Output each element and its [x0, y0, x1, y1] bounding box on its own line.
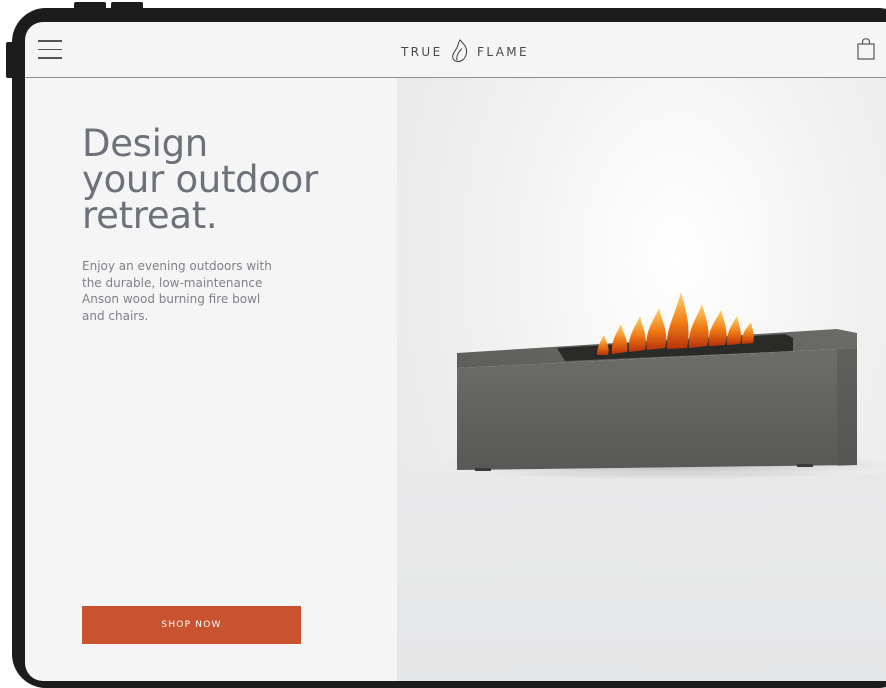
hero-product-image [397, 78, 886, 681]
brand-logo[interactable]: TRUE FLAME [25, 39, 886, 66]
table-front-side [457, 348, 857, 470]
hero-title-line: your outdoor [82, 158, 318, 201]
hero-description: Enjoy an evening outdoors with the durab… [82, 258, 302, 324]
site-header: TRUE FLAME [25, 22, 886, 78]
hero-description-line: and chairs. [82, 308, 149, 323]
hero-description-line: the durable, low-maintenance [82, 275, 263, 290]
shopping-bag-icon[interactable] [857, 38, 875, 60]
logo-text-true: TRUE [400, 45, 443, 59]
hero-title: Design your outdoor retreat. [82, 122, 318, 237]
hero-title-line: Design [82, 122, 208, 165]
app-screen: TRUE FLAME Design your outdoor retreat. … [25, 22, 886, 681]
hero-description-line: Anson wood burning fire bowl [82, 292, 261, 306]
hero-text-panel: Design your outdoor retreat. Enjoy an ev… [25, 78, 397, 681]
flame-icon [451, 39, 469, 66]
hero-title-line: retreat. [82, 194, 218, 237]
hero-description-line: Enjoy an evening outdoors with [82, 259, 272, 273]
logo-text-flame: FLAME [477, 45, 530, 59]
shop-now-button[interactable]: SHOP NOW [82, 606, 301, 644]
fire-table-illustration [457, 292, 857, 471]
